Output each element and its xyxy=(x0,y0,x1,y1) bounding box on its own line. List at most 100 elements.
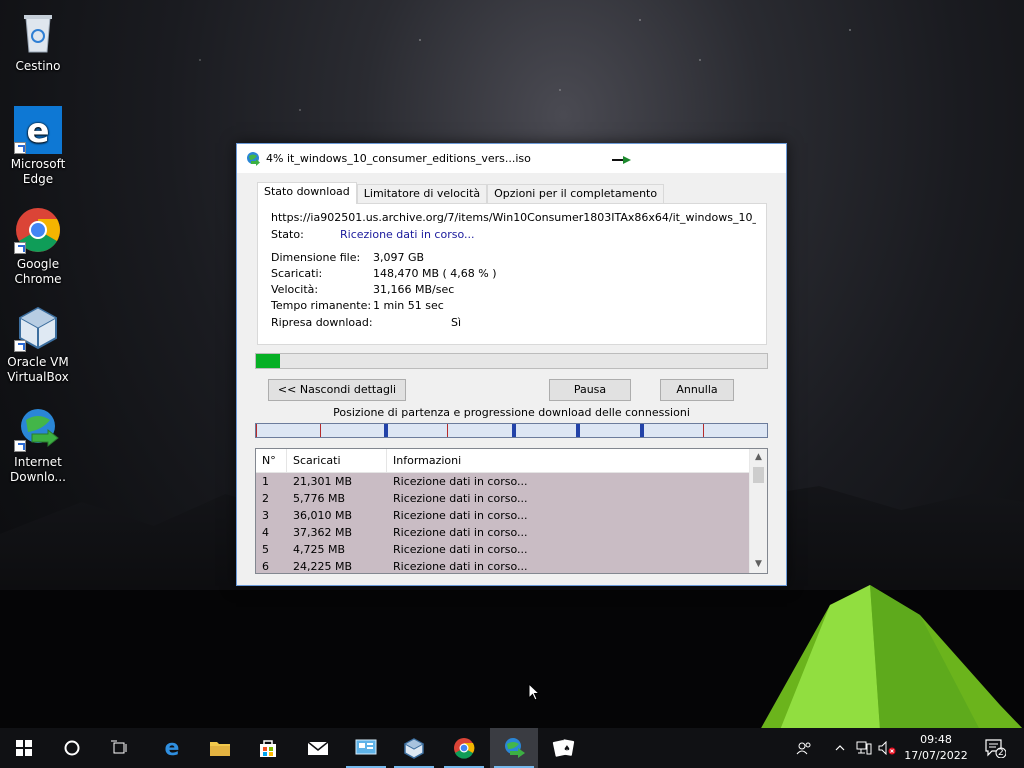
notification-badge: 2 xyxy=(998,748,1004,758)
progress-fill xyxy=(256,354,280,368)
virtualbox-icon xyxy=(403,738,425,759)
segment-start-marker xyxy=(256,424,257,437)
mouse-cursor-icon xyxy=(528,683,540,701)
detail-value: 148,470 MB ( 4,68 % ) xyxy=(373,267,497,280)
taskbar-control-panel[interactable] xyxy=(342,728,390,768)
detail-value: 31,166 MB/sec xyxy=(373,283,455,296)
task-view-button[interactable] xyxy=(96,728,144,768)
cell-downloaded: 36,010 MB xyxy=(293,509,353,522)
connections-caption: Posizione di partenza e progressione dow… xyxy=(333,406,690,419)
list-row[interactable]: 1 21,301 MB Ricezione dati in corso... xyxy=(256,473,749,490)
taskbar-store[interactable] xyxy=(244,728,292,768)
detail-value: Sì xyxy=(451,316,462,329)
internet-download-manager-icon xyxy=(505,738,525,758)
desktop-icon-idm[interactable]: Internet Downlo... xyxy=(6,404,70,485)
window-titlebar[interactable]: 4% it_windows_10_consumer_editions_vers.… xyxy=(237,144,786,173)
taskbar-idm[interactable] xyxy=(490,728,538,768)
segment-progress-marker xyxy=(512,424,516,437)
download-progress-bar xyxy=(255,353,768,369)
desktop-icon-chrome[interactable]: Google Chrome xyxy=(6,206,70,287)
list-scrollbar[interactable]: ▲ ▼ xyxy=(749,449,767,573)
detail-label: Scaricati: xyxy=(271,267,323,280)
folder-icon xyxy=(210,742,230,756)
list-row[interactable]: 4 37,362 MB Ricezione dati in corso... xyxy=(256,524,749,541)
connections-segment-bar xyxy=(255,423,768,438)
shortcut-arrow-icon xyxy=(14,340,26,352)
people-button[interactable] xyxy=(792,728,816,768)
segment-start-marker xyxy=(447,424,448,437)
volume-button[interactable] xyxy=(876,728,898,768)
tab-download-status[interactable]: Stato download xyxy=(257,182,357,204)
cell-number: 2 xyxy=(262,492,269,505)
cell-number: 4 xyxy=(262,526,269,539)
taskbar-file-explorer[interactable] xyxy=(196,728,244,768)
column-header-downloaded[interactable]: Scaricati xyxy=(287,449,387,473)
start-button[interactable] xyxy=(0,728,48,768)
recycle-bin-icon xyxy=(14,8,62,56)
scroll-thumb[interactable] xyxy=(753,467,764,483)
scroll-down-arrow-icon[interactable]: ▼ xyxy=(750,556,767,573)
detail-value: 3,097 GB xyxy=(373,251,425,264)
status-value: Ricezione dati in corso... xyxy=(340,228,475,241)
solitaire-cards-icon: ♠ xyxy=(552,739,575,757)
cell-info: Ricezione dati in corso... xyxy=(393,526,528,539)
speaker-muted-icon xyxy=(878,741,896,755)
cell-info: Ricezione dati in corso... xyxy=(393,509,528,522)
action-center-button[interactable]: 2 xyxy=(978,728,1012,768)
segment-start-marker xyxy=(703,424,704,437)
edge-icon: e xyxy=(165,737,180,759)
desktop-icon-edge[interactable]: e Microsoft Edge xyxy=(6,106,70,187)
cell-downloaded: 21,301 MB xyxy=(293,475,353,488)
svg-text:e: e xyxy=(165,737,180,759)
desktop-icon-recycle-bin[interactable]: Cestino xyxy=(6,8,70,74)
cell-info: Ricezione dati in corso... xyxy=(393,543,528,556)
network-button[interactable] xyxy=(854,728,874,768)
desktop-icon-label: Microsoft Edge xyxy=(10,157,66,186)
taskbar-chrome[interactable] xyxy=(440,728,488,768)
taskbar-virtualbox[interactable] xyxy=(390,728,438,768)
download-progress-window[interactable]: 4% it_windows_10_consumer_editions_vers.… xyxy=(236,143,787,586)
tab-bar: Stato download Limitatore di velocità Op… xyxy=(257,182,665,204)
mail-icon xyxy=(307,741,329,755)
tab-completion-options[interactable]: Opzioni per il completamento xyxy=(487,184,665,204)
tab-speed-limiter[interactable]: Limitatore di velocità xyxy=(356,184,488,204)
connections-list[interactable]: N° Scaricati Informazioni 1 21,301 MB Ri… xyxy=(255,448,768,574)
list-row[interactable]: 5 4,725 MB Ricezione dati in corso... xyxy=(256,541,749,558)
list-row[interactable]: 6 24,225 MB Ricezione dati in corso... xyxy=(256,558,749,573)
taskbar-edge[interactable]: e xyxy=(148,728,196,768)
desktop-icon-label: Google Chrome xyxy=(14,257,62,286)
store-bag-icon xyxy=(260,740,276,757)
segment-start-marker xyxy=(320,424,321,437)
taskbar-mail[interactable] xyxy=(294,728,342,768)
arrow-right-icon xyxy=(612,156,631,164)
svg-text:♠: ♠ xyxy=(563,744,570,753)
pause-button[interactable]: Pausa xyxy=(549,379,631,401)
cell-number: 1 xyxy=(262,475,269,488)
cancel-button[interactable]: Annulla xyxy=(660,379,734,401)
taskbar-clock[interactable]: 09:48 17/07/2022 xyxy=(903,732,969,764)
cell-downloaded: 37,362 MB xyxy=(293,526,353,539)
search-button[interactable] xyxy=(48,728,96,768)
list-row[interactable]: 3 36,010 MB Ricezione dati in corso... xyxy=(256,507,749,524)
virtualbox-icon xyxy=(14,304,62,352)
desktop-icon-virtualbox[interactable]: Oracle VM VirtualBox xyxy=(6,304,70,385)
chrome-icon xyxy=(454,738,475,759)
show-hidden-icons-button[interactable] xyxy=(832,728,848,768)
hide-details-button[interactable]: << Nascondi dettagli xyxy=(268,379,406,401)
column-header-number[interactable]: N° xyxy=(256,449,287,473)
cell-number: 6 xyxy=(262,560,269,573)
list-body: 1 21,301 MB Ricezione dati in corso... 2… xyxy=(256,473,749,573)
shortcut-arrow-icon xyxy=(14,142,26,154)
network-icon xyxy=(856,741,872,755)
shortcut-arrow-icon xyxy=(14,242,26,254)
taskbar-solitaire[interactable]: ♠ xyxy=(540,728,588,768)
cortana-circle-icon xyxy=(64,740,80,756)
column-header-info[interactable]: Informazioni xyxy=(387,449,749,473)
cell-downloaded: 5,776 MB xyxy=(293,492,346,505)
control-panel-icon xyxy=(355,739,377,755)
scroll-up-arrow-icon[interactable]: ▲ xyxy=(750,449,767,466)
list-row[interactable]: 2 5,776 MB Ricezione dati in corso... xyxy=(256,490,749,507)
detail-label: Dimensione file: xyxy=(271,251,361,264)
people-icon xyxy=(796,742,811,755)
detail-label: Ripresa download: xyxy=(271,316,373,329)
